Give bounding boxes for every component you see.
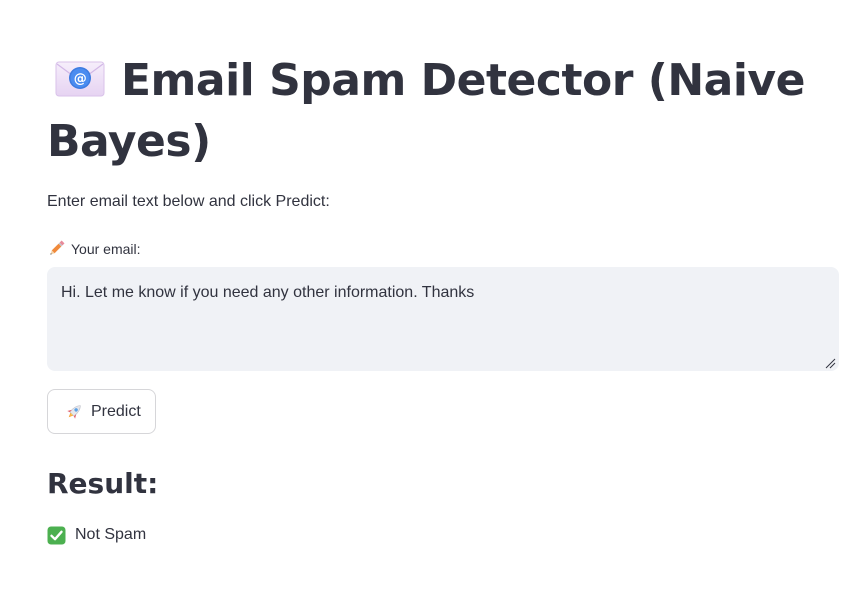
result-text: Not Spam (75, 526, 147, 543)
predict-button-label: Predict (91, 402, 141, 420)
predict-button[interactable]: Predict (47, 389, 156, 434)
result-heading: Result: (47, 467, 159, 500)
app-page: @ Email Spam Detector (Naive Bayes) Ente… (0, 0, 865, 595)
pencil-icon (47, 240, 65, 258)
page-title: @ Email Spam Detector (Naive Bayes) (47, 50, 837, 172)
page-title-text: Email Spam Detector (Naive Bayes) (47, 55, 805, 167)
result-output: Not Spam (47, 524, 146, 546)
intro-text: Enter email text below and click Predict… (47, 193, 330, 210)
email-envelope-icon: @ (55, 61, 105, 97)
email-textarea-container[interactable]: Hi. Let me know if you need any other in… (47, 267, 839, 371)
resize-handle-icon[interactable] (824, 356, 836, 369)
svg-text:@: @ (74, 72, 87, 87)
rocket-icon (64, 402, 84, 422)
email-field-label-text: Your email: (71, 241, 141, 257)
email-textarea[interactable]: Hi. Let me know if you need any other in… (47, 267, 839, 371)
check-mark-icon (47, 526, 66, 545)
email-field-label: Your email: (47, 239, 141, 259)
